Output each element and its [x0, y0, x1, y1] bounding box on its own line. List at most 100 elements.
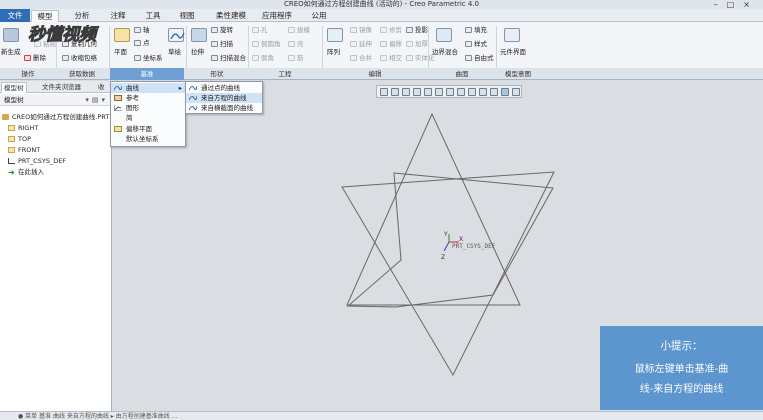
revolve-icon — [211, 27, 218, 33]
view-toolbar — [376, 85, 522, 98]
intersect-label: 相交 — [389, 54, 402, 62]
tip-title: 小提示： — [660, 340, 703, 352]
triangle-up — [346, 112, 521, 306]
menu-item-default-csys[interactable]: 默认坐标系 — [111, 134, 185, 144]
pattern-button[interactable]: 阵列 — [327, 48, 340, 56]
perspective-icon[interactable] — [457, 88, 465, 96]
spin-center-icon[interactable] — [490, 88, 498, 96]
tree-item-csys[interactable]: PRT_CSYS_DEF — [8, 156, 66, 166]
tree-item-front[interactable]: FRONT — [8, 145, 40, 155]
component-interface-button[interactable]: 元件界面 — [500, 48, 526, 56]
tab-analysis[interactable]: 分析 — [68, 10, 96, 22]
extend-button[interactable]: 延伸 — [350, 40, 372, 48]
window-controls[interactable]: –□× — [714, 0, 759, 9]
tree-tools-icon[interactable]: ▾▤▾ — [85, 94, 108, 106]
menu-item-curve[interactable]: 曲线 ▸ — [111, 83, 185, 93]
sketch-icon[interactable] — [168, 28, 185, 42]
extrude-icon[interactable] — [191, 28, 207, 42]
point-button[interactable]: 点 — [134, 39, 150, 47]
view-manager-icon[interactable] — [446, 88, 454, 96]
tab-tools[interactable]: 工具 — [139, 10, 167, 22]
tab-file[interactable]: 文件 — [0, 9, 30, 22]
round-button[interactable]: 倒圆角 — [252, 40, 281, 48]
zoom-out-icon[interactable] — [402, 88, 410, 96]
mirror-button[interactable]: 镜像 — [350, 26, 372, 34]
annotation-display-icon[interactable] — [479, 88, 487, 96]
intersect-button[interactable]: 相交 — [380, 54, 402, 62]
tree-item-part[interactable]: CREO如何通过方程创建曲线.PRT — [2, 112, 109, 122]
options-icon[interactable] — [512, 88, 520, 96]
refit-icon[interactable] — [380, 88, 388, 96]
boundary-blend-button[interactable]: 边界混合 — [432, 48, 458, 56]
extrude-button[interactable]: 拉伸 — [191, 48, 204, 56]
rib-button[interactable]: 筋 — [288, 54, 304, 62]
tab-model-tree[interactable]: 模型树 — [1, 82, 27, 93]
regenerate-icon[interactable] — [3, 28, 19, 42]
thicken-button[interactable]: 加厚 — [406, 40, 428, 48]
delete-button[interactable]: 删除 — [24, 54, 46, 62]
datum-display-icon[interactable] — [468, 88, 476, 96]
window-title: CREO如何通过方程创建曲线 (活动的) - Creo Parametric 4… — [283, 0, 480, 8]
group-label-engineering[interactable]: 工程 — [250, 68, 320, 80]
plane-button[interactable]: 平面 — [114, 48, 127, 56]
csys-display-icon[interactable] — [501, 88, 509, 96]
shell-button[interactable]: 壳 — [288, 40, 304, 48]
group-label-get-data[interactable]: 获取数据 — [58, 68, 106, 80]
tree-item-top[interactable]: TOP — [8, 134, 31, 144]
menu-item-curve-through-points[interactable]: 通过点的曲线 — [186, 83, 262, 93]
menu-item-simple[interactable]: 简 — [111, 113, 185, 123]
saved-orientations-icon[interactable] — [435, 88, 443, 96]
zoom-in-icon[interactable] — [391, 88, 399, 96]
tab-applications[interactable]: 应用程序 — [258, 10, 296, 22]
group-label-datum[interactable]: 基准 — [110, 68, 184, 80]
sketch-button[interactable]: 草绘 — [168, 48, 181, 56]
menu-item-offset-plane[interactable]: 偏移平面 — [111, 124, 185, 134]
pattern-icon[interactable] — [327, 28, 343, 42]
group-label-editing[interactable]: 编辑 — [324, 68, 426, 80]
style-button[interactable]: 样式 — [465, 40, 487, 48]
coord-sys-icon — [8, 158, 15, 164]
boundary-blend-icon[interactable] — [436, 28, 452, 42]
menu-item-graph[interactable]: 图形 — [111, 103, 185, 113]
project-button[interactable]: 投影 — [406, 26, 428, 34]
tab-folder-browser[interactable]: 文件夹浏览器 — [40, 82, 83, 93]
trim-button[interactable]: 修剪 — [380, 26, 402, 34]
hole-button[interactable]: 孔 — [252, 26, 268, 34]
shrinkwrap-button[interactable]: 收缩包络 — [62, 54, 97, 62]
group-label-model-intent[interactable]: 模型意图 — [498, 68, 538, 80]
tab-annotate[interactable]: 注释 — [104, 10, 132, 22]
regenerate-button[interactable]: 新生成 — [1, 48, 21, 56]
menu-item-curve-from-equation[interactable]: 来自方程的曲线 — [186, 93, 262, 103]
merge-button[interactable]: 合并 — [350, 54, 372, 62]
plane-icon — [8, 147, 15, 153]
group-label-surfaces[interactable]: 曲面 — [430, 68, 494, 80]
component-interface-icon[interactable] — [504, 28, 520, 42]
shell-label: 壳 — [297, 40, 304, 48]
tree-item-right[interactable]: RIGHT — [8, 123, 38, 133]
tree-item-insert-here[interactable]: ➜ 在此插入 — [8, 167, 44, 177]
tab-view[interactable]: 视图 — [173, 10, 201, 22]
tab-flexible-modeling[interactable]: 柔性建模 — [208, 10, 254, 22]
freestyle-button[interactable]: 自由式 — [465, 54, 494, 62]
display-style-icon[interactable] — [424, 88, 432, 96]
revolve-button[interactable]: 旋转 — [211, 26, 233, 34]
group-label-operations[interactable]: 操作 — [2, 68, 54, 80]
coord-sys-button[interactable]: 坐标系 — [134, 54, 163, 62]
trim-icon — [380, 27, 387, 33]
group-label-shapes[interactable]: 形状 — [188, 68, 246, 80]
tab-common[interactable]: 公用 — [305, 10, 333, 22]
extend-label: 延伸 — [359, 40, 372, 48]
sweep-button[interactable]: 扫描 — [211, 40, 233, 48]
menu-item-curve-from-cross-section[interactable]: 来自横截面的曲线 — [186, 103, 262, 113]
tab-model[interactable]: 模型 — [31, 10, 59, 22]
solidify-button[interactable]: 实体化 — [406, 54, 435, 62]
repaint-icon[interactable] — [413, 88, 421, 96]
swept-blend-button[interactable]: 扫描混合 — [211, 54, 246, 62]
draft-button[interactable]: 拔模 — [288, 26, 310, 34]
chamfer-button[interactable]: 倒角 — [252, 54, 274, 62]
offset-button[interactable]: 偏移 — [380, 40, 402, 48]
menu-item-reference[interactable]: 参考 — [111, 93, 185, 103]
fill-button[interactable]: 填充 — [465, 26, 487, 34]
ribbon-tab-row: 文件 模型 分析 注释 工具 视图 柔性建模 应用程序 公用 — [0, 9, 763, 22]
axis-button[interactable]: 轴 — [134, 26, 150, 34]
